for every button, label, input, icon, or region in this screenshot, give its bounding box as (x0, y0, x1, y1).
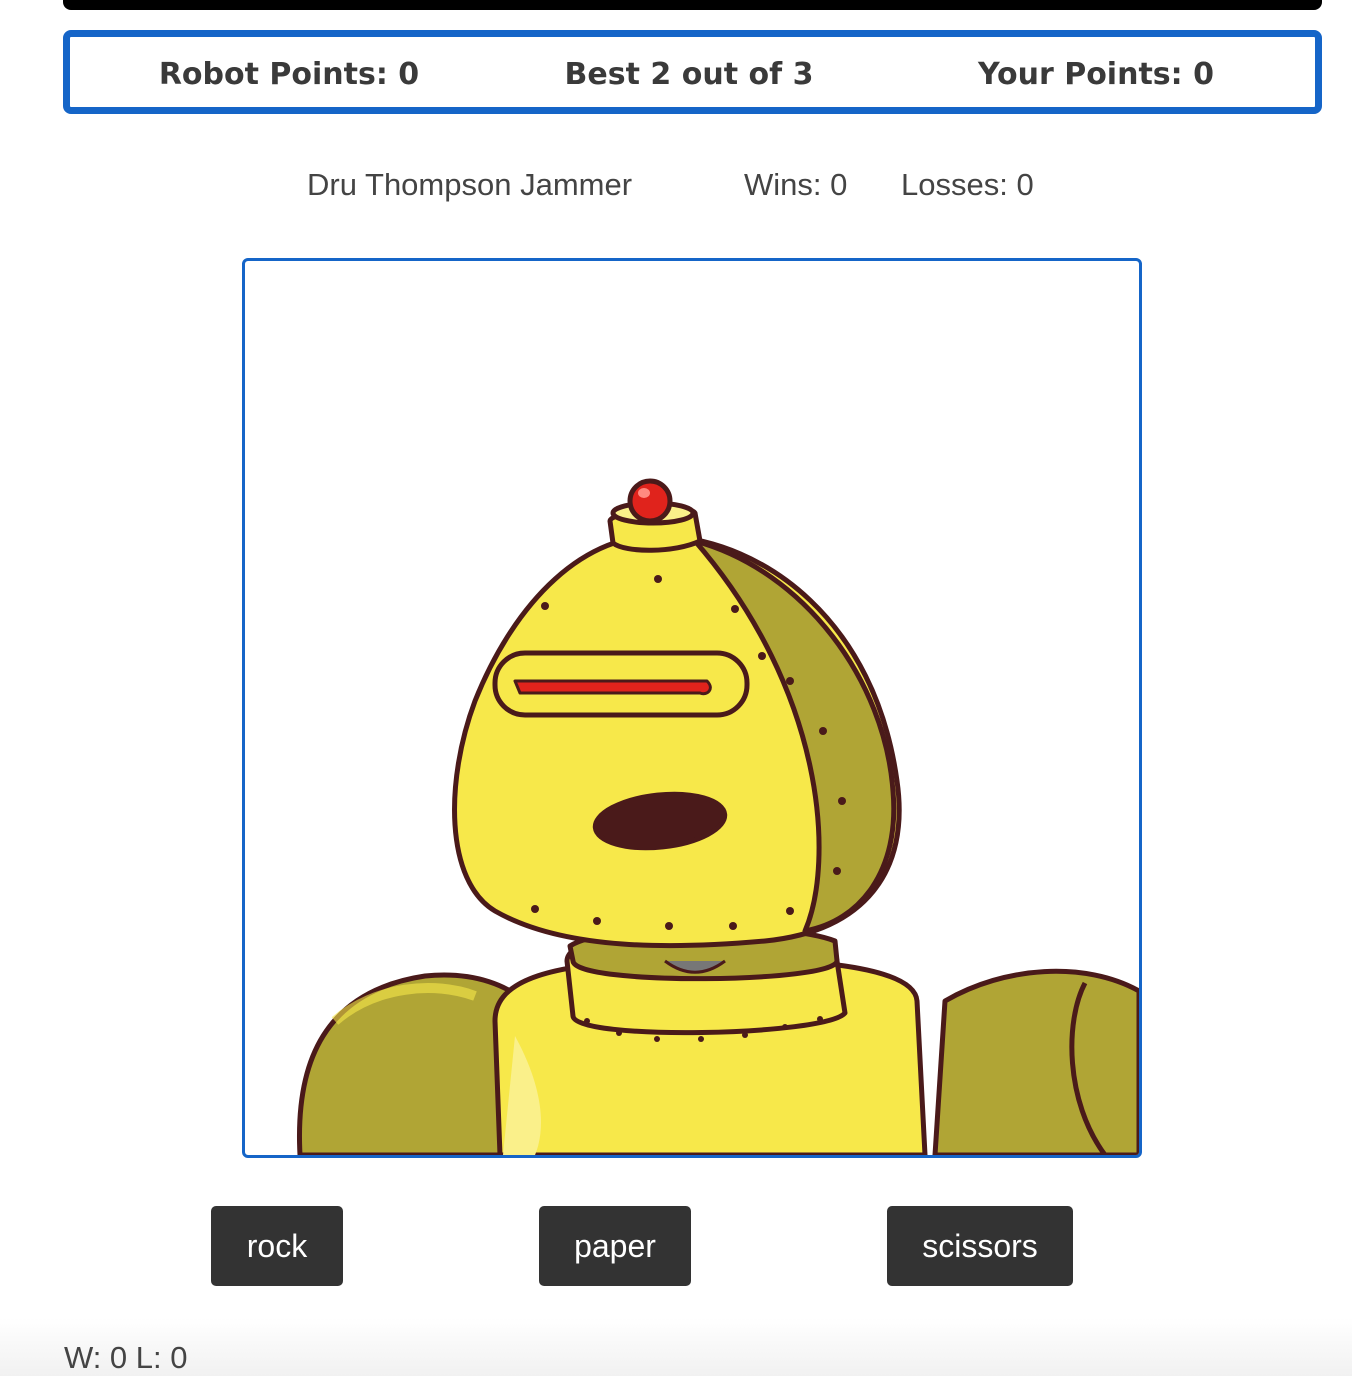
scissors-button[interactable]: scissors (887, 1206, 1073, 1286)
match-format: Best 2 out of 3 (564, 57, 814, 92)
robot-illustration (296, 478, 1139, 1155)
player-losses: Losses: 0 (901, 167, 1034, 202)
footer: W: 0 L: 0 (0, 1318, 1352, 1376)
game-page: Robot Points: 0 Best 2 out of 3 Your Poi… (0, 0, 1352, 1376)
robot-points: Robot Points: 0 (158, 57, 420, 92)
player-wins: Wins: 0 (744, 167, 848, 202)
player-name: Dru Thompson Jammer (307, 167, 633, 202)
robot-right-shoulder (932, 968, 1139, 1155)
header-bar (63, 0, 1322, 10)
rock-button[interactable]: rock (211, 1206, 343, 1286)
robot-antenna-light (627, 478, 673, 524)
win-loss-record: W: 0 L: 0 (64, 1340, 188, 1375)
opponent-robot-frame (242, 258, 1142, 1158)
paper-button[interactable]: paper (539, 1206, 691, 1286)
your-points: Your Points: 0 (978, 57, 1214, 92)
scoreboard: Robot Points: 0 Best 2 out of 3 Your Poi… (63, 30, 1322, 114)
